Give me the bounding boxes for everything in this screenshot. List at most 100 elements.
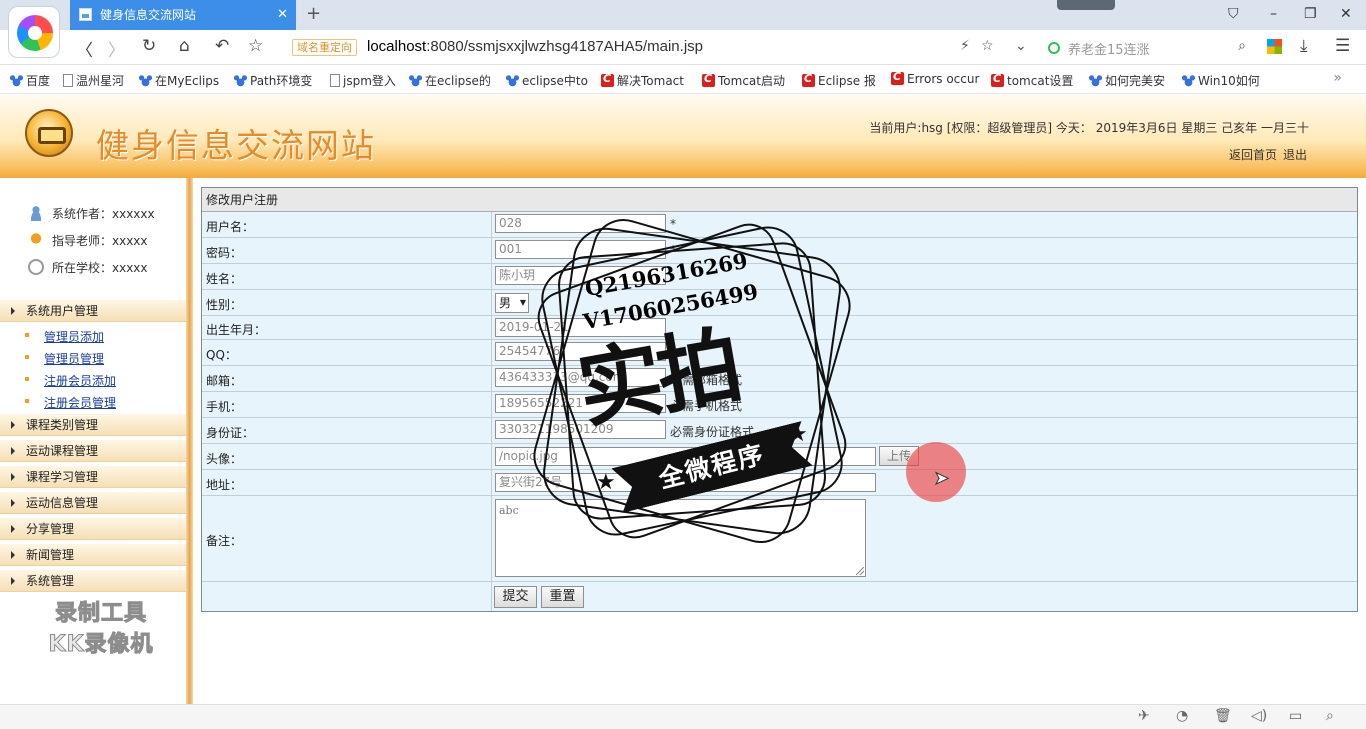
accelerate-icon[interactable]: ✈ [1138, 708, 1150, 724]
zoom-icon[interactable]: ⌕ [1326, 708, 1334, 724]
new-tab-button[interactable]: + [306, 3, 321, 24]
gender-select[interactable]: 男 [495, 293, 529, 313]
url-text[interactable]: localhost:8080/ssmjsxxjlwzhsg4187AHA5/ma… [367, 38, 703, 55]
bookmark-item[interactable]: 解决Tomact [601, 72, 684, 89]
form-title: 修改用户注册 [202, 188, 1357, 212]
menu-member-manage[interactable]: 注册会员管理 [24, 394, 116, 411]
undo-close-icon[interactable]: ↶ [215, 36, 229, 56]
forward-icon[interactable]: 〉 [108, 36, 125, 61]
menu-share[interactable]: 分享管理 [0, 518, 186, 540]
menu-admin-add[interactable]: 管理员添加 [24, 328, 104, 345]
menu-system[interactable]: 系统管理 [0, 570, 186, 592]
search-engine-icon [1048, 42, 1060, 54]
search-icon[interactable]: ⌕ [1238, 38, 1246, 54]
screen: 健身信息交流网站 ✕ + ⛉ – ❐ ✕ 〈 〉 ↻ ⌂ ↶ ☆ 域名重定向 l… [0, 0, 1366, 729]
bookmark-item[interactable]: tomcat设置 [991, 72, 1073, 89]
row-remark: 备注： abc [202, 496, 1357, 582]
bookmark-item[interactable]: jspm登入 [330, 72, 396, 89]
browser-logo-icon[interactable] [8, 6, 60, 58]
home-link[interactable]: 返回首页 [1229, 148, 1277, 162]
page-favicon-icon [79, 8, 92, 21]
birth-input[interactable]: 2019-01-21 [495, 318, 666, 337]
bookmark-item[interactable]: 在eclipse的 [409, 72, 491, 89]
author-info: 系统作者：xxxxxx [28, 205, 155, 222]
row-address: 地址： 复兴街27号 [202, 470, 1357, 496]
bookmark-item[interactable]: Win10如何 [1182, 72, 1260, 89]
trash-icon[interactable]: 🗑 [1214, 708, 1232, 724]
bookmarks-more-icon[interactable]: » [1333, 70, 1342, 86]
school-icon [28, 259, 44, 275]
apps-grid-icon[interactable] [1267, 39, 1282, 54]
bookmark-item[interactable]: eclipse中to [506, 72, 588, 89]
bookmark-item[interactable]: 在MyEclips [139, 72, 219, 89]
label-birth: 出生年月： [206, 323, 267, 337]
remark-textarea[interactable]: abc [495, 499, 866, 577]
idcard-hint: 必需身份证格式 [670, 425, 755, 439]
bookmark-item[interactable]: Errors occur [891, 70, 979, 86]
label-username: 用户名： [206, 220, 255, 234]
download-icon[interactable]: ⤓ [1300, 36, 1308, 56]
menu-sport-course[interactable]: 运动课程管理 [0, 440, 186, 462]
bookmark-item[interactable]: 温州星河 [63, 72, 124, 89]
bookmark-item[interactable]: Eclipse 报 [802, 72, 876, 89]
browser-tab-bar: 健身信息交流网站 ✕ + ⛉ – ❐ ✕ [0, 0, 1366, 30]
menu-system-users[interactable]: 系统用户管理 [0, 300, 186, 322]
email-input[interactable]: 436433333@qq.com [495, 368, 666, 387]
bookmark-item[interactable]: Tomcat启动 [702, 72, 785, 89]
phone-input[interactable]: 18956552221 [495, 394, 666, 413]
label-avatar: 头像： [206, 452, 243, 466]
label-name: 姓名： [206, 272, 243, 286]
domain-redirect-badge[interactable]: 域名重定向 [292, 39, 357, 56]
csdn-icon [991, 72, 1004, 87]
username-input[interactable]: 028 [495, 214, 666, 233]
bookmark-item[interactable]: 如何完美安 [1089, 72, 1165, 89]
window-close-icon[interactable]: ✕ [1340, 6, 1352, 22]
browser-nav-bar: 〈 〉 ↻ ⌂ ↶ ☆ 域名重定向 localhost:8080/ssmjsxx… [0, 30, 1366, 65]
address-bar[interactable]: 域名重定向 localhost:8080/ssmjsxxjlwzhsg4187A… [288, 34, 1038, 61]
home-icon[interactable]: ⌂ [179, 36, 190, 56]
menu-course-study[interactable]: 课程学习管理 [0, 466, 186, 488]
qq-input[interactable]: 25454776 [495, 342, 666, 361]
bookmark-star-icon[interactable]: ☆ [981, 38, 994, 54]
address-input[interactable]: 复兴街27号 [495, 473, 876, 492]
restore-icon[interactable]: ❐ [1304, 6, 1317, 22]
shirt-skin-icon[interactable]: ⛉ [1228, 6, 1239, 22]
idcard-input[interactable]: 330321198501209 [495, 420, 666, 439]
sidebar-divider[interactable] [186, 178, 193, 704]
menu-icon[interactable]: ☰ [1335, 36, 1350, 56]
reload-icon[interactable]: ↻ [142, 36, 156, 56]
teacher-info: 指导老师：xxxxx [28, 232, 148, 249]
dropdown-chevron-icon[interactable]: ⌄ [1015, 38, 1027, 54]
menu-member-add[interactable]: 注册会员添加 [24, 372, 116, 389]
search-box[interactable]: 养老金15连涨 ⌕ [1045, 34, 1250, 61]
tab-close-icon[interactable]: ✕ [277, 0, 288, 30]
lightning-icon[interactable]: ⚡ [960, 38, 970, 54]
baidu-paw-icon [1089, 74, 1102, 87]
baidu-paw-icon [234, 74, 247, 87]
bookmark-item[interactable]: 百度 [10, 72, 50, 89]
label-password: 密码： [206, 246, 243, 260]
submit-button[interactable]: 提交 [494, 586, 537, 608]
menu-news[interactable]: 新闻管理 [0, 544, 186, 566]
menu-admin-manage[interactable]: 管理员管理 [24, 350, 104, 367]
csdn-icon [891, 70, 904, 85]
name-input[interactable]: 陈小玥 [495, 266, 666, 285]
teacher-icon [28, 232, 44, 248]
volume-icon[interactable]: ◁) [1251, 708, 1267, 724]
password-input[interactable]: 001 [495, 240, 666, 259]
row-email: 邮箱： 436433333@qq.com 必需邮箱格式 [202, 366, 1357, 392]
minimize-icon[interactable]: – [1270, 6, 1277, 22]
label-email: 邮箱： [206, 374, 243, 388]
browser-tab-active[interactable]: 健身信息交流网站 ✕ [70, 0, 296, 30]
avatar-input[interactable]: /nopic.jpg [495, 447, 876, 466]
window-mode-icon[interactable]: ▭ [1289, 708, 1302, 724]
history-icon[interactable]: ◔ [1176, 708, 1188, 724]
menu-course-category[interactable]: 课程类别管理 [0, 414, 186, 436]
favorite-star-icon[interactable]: ☆ [248, 36, 263, 56]
logout-link[interactable]: 退出 [1283, 148, 1307, 162]
bookmark-item[interactable]: Path环境变 [234, 72, 312, 89]
menu-sport-info[interactable]: 运动信息管理 [0, 492, 186, 514]
back-icon[interactable]: 〈 [76, 36, 93, 61]
label-idcard: 身份证： [206, 426, 255, 440]
reset-button[interactable]: 重置 [541, 586, 584, 608]
